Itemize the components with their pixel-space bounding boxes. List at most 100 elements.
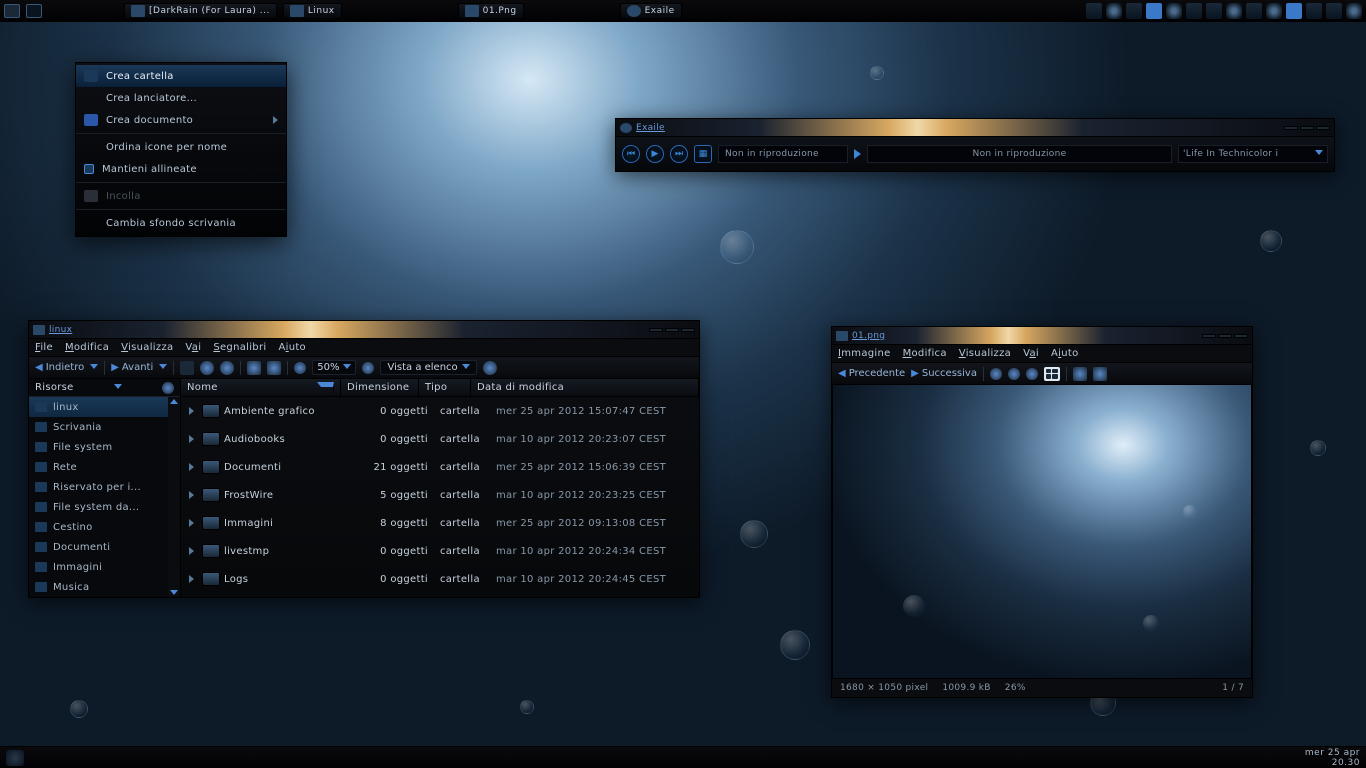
forward-button[interactable]: ▶Avanti xyxy=(111,362,153,373)
tray-icon[interactable] xyxy=(1206,3,1222,19)
image-canvas[interactable] xyxy=(832,385,1252,679)
column-type[interactable]: Tipo xyxy=(419,379,471,396)
menu-edit[interactable]: Modifica xyxy=(903,348,947,359)
workspace-switcher-icon[interactable] xyxy=(26,4,42,18)
gallery-button[interactable] xyxy=(1044,367,1060,381)
up-button[interactable] xyxy=(180,361,194,375)
menu-bookmarks[interactable]: Segnalibri xyxy=(213,342,266,353)
dropdown-icon[interactable] xyxy=(1315,150,1323,158)
file-row[interactable]: Ambiente grafico0 oggetticartellamer 25 … xyxy=(181,397,699,425)
sidebar-item-linux[interactable]: linux xyxy=(29,397,168,417)
tray-icon[interactable] xyxy=(1286,3,1302,19)
menu-image[interactable]: Immagine xyxy=(838,348,891,359)
expand-icon[interactable] xyxy=(189,435,194,443)
next-button[interactable]: ▶Successiva xyxy=(911,368,977,379)
sidebar-config-icon[interactable] xyxy=(162,382,174,394)
sidebar-item-reserved[interactable]: Riservato per i... xyxy=(29,477,168,497)
exaile-titlebar[interactable]: Exaile xyxy=(616,119,1334,137)
taskbar-item-01png[interactable]: 01.png xyxy=(458,3,524,19)
track-title[interactable]: 'Life In Technicolor i xyxy=(1178,145,1328,163)
tray-icon[interactable] xyxy=(1086,3,1102,19)
play-button[interactable]: ▶ xyxy=(646,145,664,163)
column-modified[interactable]: Data di modifica xyxy=(471,379,699,396)
zoom-level[interactable]: 50% xyxy=(312,360,356,375)
sidebar-item-desktop[interactable]: Scrivania xyxy=(29,417,168,437)
sidebar-item-images[interactable]: Immagini xyxy=(29,557,168,577)
playlist-button[interactable]: ▦ xyxy=(694,145,712,163)
zoom-out-button[interactable] xyxy=(1008,368,1020,380)
maximize-button[interactable] xyxy=(1218,334,1232,338)
clock[interactable]: mer 25 apr 20.30 xyxy=(1305,748,1360,768)
sidebar-scrollbar[interactable] xyxy=(168,397,180,597)
computer-button[interactable] xyxy=(267,361,281,375)
zoom-out-button[interactable] xyxy=(294,362,306,374)
sidebar-item-filesystem[interactable]: File system xyxy=(29,437,168,457)
play-indicator-icon[interactable] xyxy=(854,149,861,159)
battery-icon[interactable] xyxy=(1146,3,1162,19)
scroll-up-icon[interactable] xyxy=(170,399,178,404)
menu-create-folder[interactable]: Crea cartella xyxy=(76,65,286,87)
close-button[interactable] xyxy=(1316,126,1330,130)
gnome-foot-icon[interactable] xyxy=(6,750,24,766)
scroll-down-icon[interactable] xyxy=(170,590,178,595)
menu-change-wallpaper[interactable]: Cambia sfondo scrivania xyxy=(76,212,286,234)
menu-view[interactable]: Visualizza xyxy=(959,348,1011,359)
sidebar-item-trash[interactable]: Cestino xyxy=(29,517,168,537)
column-size[interactable]: Dimensione xyxy=(341,379,419,396)
maximize-button[interactable] xyxy=(665,328,679,332)
maximize-button[interactable] xyxy=(1300,126,1314,130)
show-desktop-icon[interactable] xyxy=(4,4,20,18)
file-row[interactable]: livestmp0 oggetticartellamar 10 apr 2012… xyxy=(181,537,699,565)
sidebar-item-network[interactable]: Rete xyxy=(29,457,168,477)
menu-sort-by-name[interactable]: Ordina icone per nome xyxy=(76,136,286,158)
expand-icon[interactable] xyxy=(189,491,194,499)
menu-help[interactable]: Aiuto xyxy=(278,342,306,353)
view-mode-selector[interactable]: Vista a elenco xyxy=(380,360,476,375)
zoom-in-button[interactable] xyxy=(990,368,1002,380)
tray-icon[interactable] xyxy=(1226,3,1242,19)
menu-file[interactable]: File xyxy=(35,342,53,353)
minimize-button[interactable] xyxy=(649,328,663,332)
expand-icon[interactable] xyxy=(189,463,194,471)
next-track-button[interactable]: ⏭ xyxy=(670,145,688,163)
tray-icon[interactable] xyxy=(1166,3,1182,19)
imageviewer-titlebar[interactable]: 01.png xyxy=(832,327,1252,345)
minimize-button[interactable] xyxy=(1284,126,1298,130)
prev-track-button[interactable]: ⏮ xyxy=(622,145,640,163)
back-button[interactable]: ◀Indietro xyxy=(35,362,84,373)
nautilus-titlebar[interactable]: linux xyxy=(29,321,699,339)
expand-icon[interactable] xyxy=(189,519,194,527)
tray-icon[interactable] xyxy=(1306,3,1322,19)
column-name[interactable]: Nome xyxy=(181,379,341,396)
taskbar-item-linux[interactable]: linux xyxy=(283,3,342,19)
menu-edit[interactable]: Modifica xyxy=(65,342,109,353)
sidebar-item-music[interactable]: Musica xyxy=(29,577,168,597)
dropdown-icon[interactable] xyxy=(114,384,122,392)
tray-icon[interactable] xyxy=(1186,3,1202,19)
tray-icon[interactable] xyxy=(1266,3,1282,19)
menu-create-document[interactable]: Crea documento xyxy=(76,109,286,131)
file-row[interactable]: Immagini8 oggetticartellamer 25 apr 2012… xyxy=(181,509,699,537)
taskbar-item-exaile[interactable]: Exaile xyxy=(620,3,682,19)
menu-keep-aligned[interactable]: Mantieni allineate xyxy=(76,158,286,180)
expand-icon[interactable] xyxy=(189,547,194,555)
minimize-button[interactable] xyxy=(1202,334,1216,338)
file-row[interactable]: FrostWire5 oggetticartellamar 10 apr 201… xyxy=(181,481,699,509)
reload-button[interactable] xyxy=(220,361,234,375)
file-row[interactable]: Documenti21 oggetticartellamer 25 apr 20… xyxy=(181,453,699,481)
home-button[interactable] xyxy=(247,361,261,375)
file-row[interactable]: Logs0 oggetticartellamar 10 apr 2012 20:… xyxy=(181,565,699,593)
expand-icon[interactable] xyxy=(189,407,194,415)
taskbar-item-darkrain[interactable]: [DarkRain (for Laura) ... xyxy=(124,3,277,19)
sidebar-header[interactable]: Risorse xyxy=(29,379,180,397)
file-row[interactable]: Audiobooks0 oggetticartellamar 10 apr 20… xyxy=(181,425,699,453)
menu-view[interactable]: Visualizza xyxy=(121,342,173,353)
sidebar-item-documents[interactable]: Documenti xyxy=(29,537,168,557)
menu-go[interactable]: Vai xyxy=(185,342,201,353)
prev-button[interactable]: ◀Precedente xyxy=(838,368,905,379)
rotate-right-button[interactable] xyxy=(1093,367,1107,381)
sidebar-item-fsda[interactable]: File system da... xyxy=(29,497,168,517)
tray-icon[interactable] xyxy=(1246,3,1262,19)
search-button[interactable] xyxy=(483,361,497,375)
close-button[interactable] xyxy=(1234,334,1248,338)
